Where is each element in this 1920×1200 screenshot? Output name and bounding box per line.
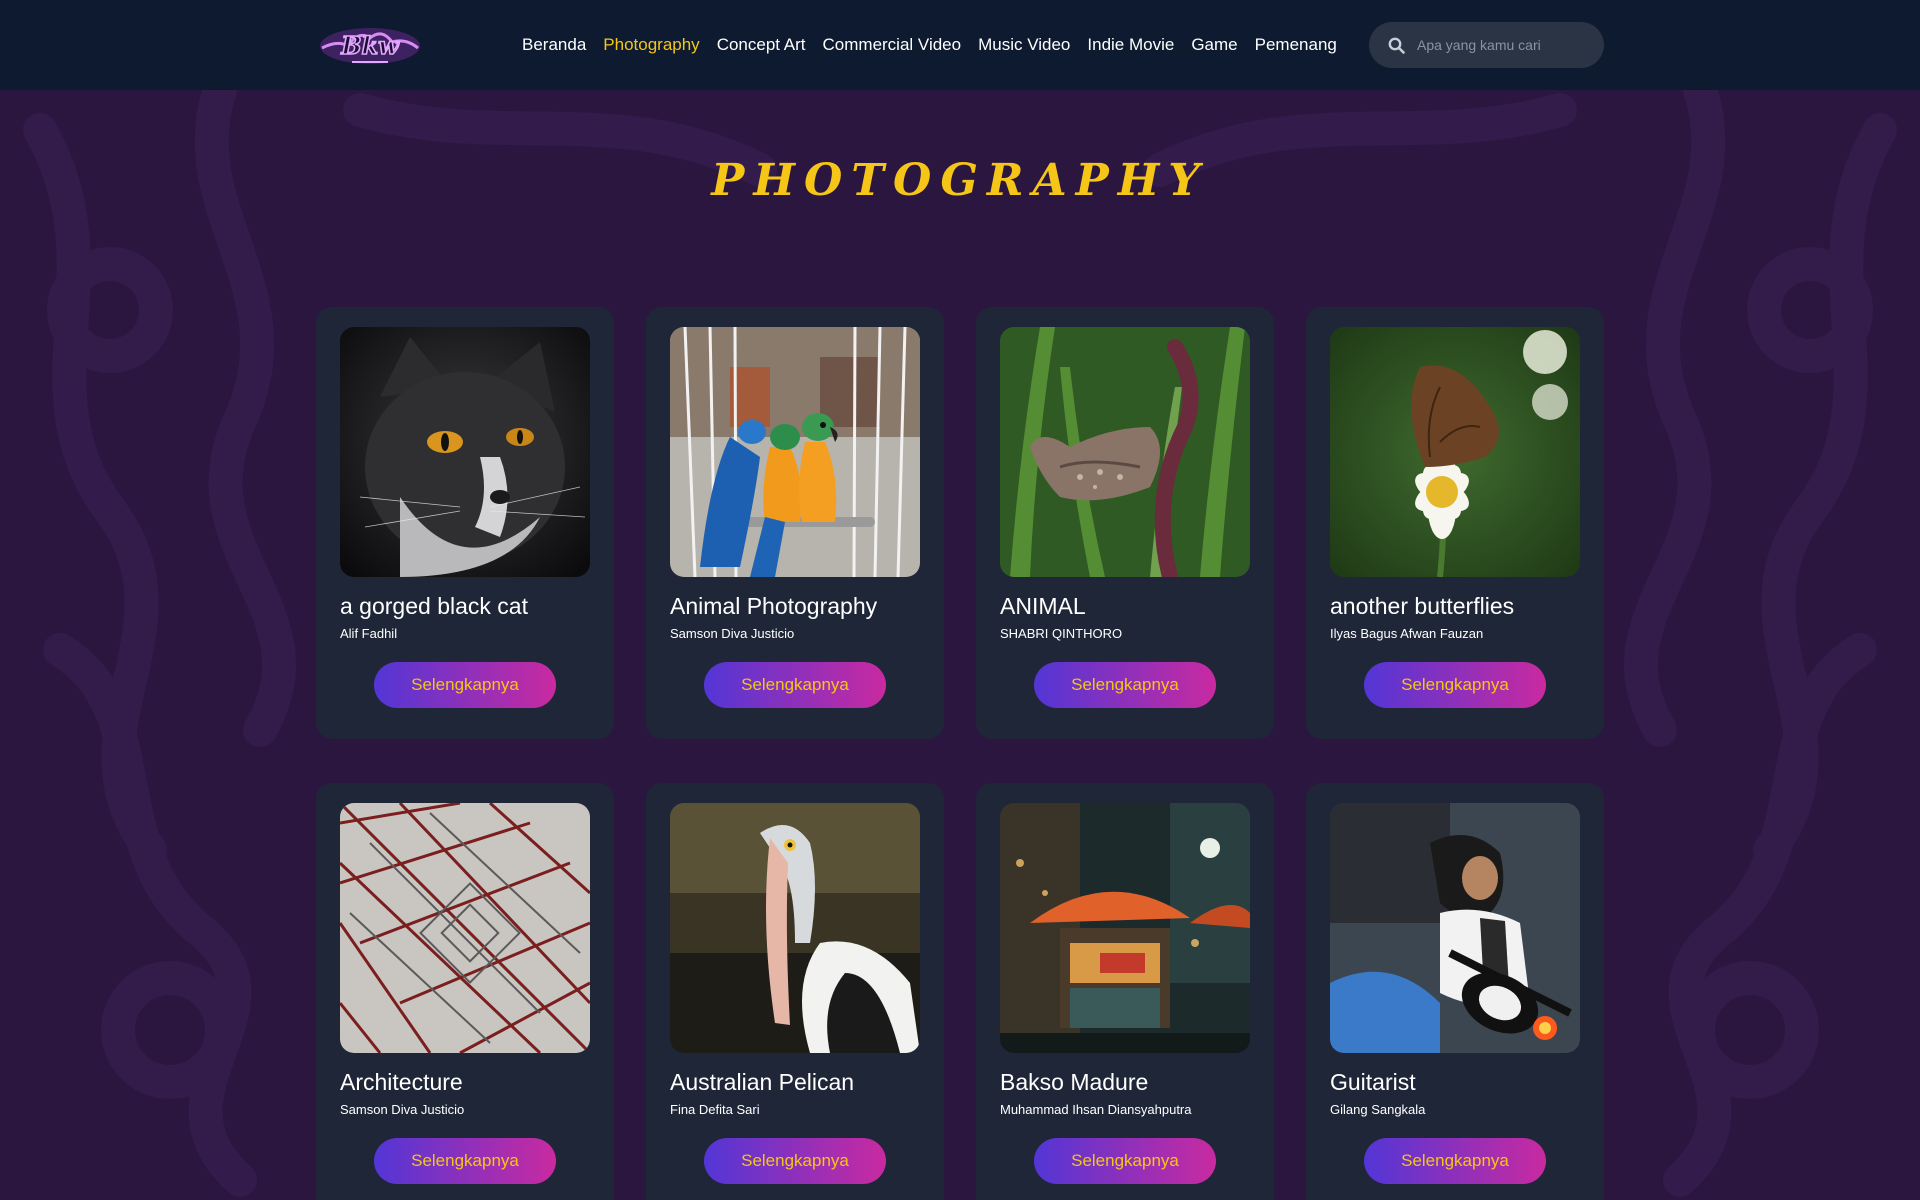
selengkapnya-button[interactable]: Selengkapnya (374, 662, 556, 708)
card-title: another butterflies (1330, 593, 1515, 619)
card-title: a gorged black cat (340, 593, 528, 619)
nav-item-photography[interactable]: Photography (603, 35, 699, 55)
nav-item-music-video[interactable]: Music Video (978, 35, 1070, 55)
selengkapnya-button[interactable]: Selengkapnya (704, 1138, 886, 1184)
search-box[interactable] (1369, 22, 1604, 68)
card-title: Architecture (340, 1069, 463, 1095)
card-author: Samson Diva Justicio (670, 626, 795, 641)
card-title: Guitarist (1330, 1069, 1416, 1095)
nav-item-indie-movie[interactable]: Indie Movie (1087, 35, 1174, 55)
tower-photo[interactable] (340, 803, 590, 1053)
card-title: Bakso Madure (1000, 1069, 1149, 1095)
main-nav: Beranda Photography Concept Art Commerci… (522, 0, 1354, 90)
page-title: PHOTOGRAPHY (711, 155, 1209, 206)
parrots-photo[interactable] (670, 327, 920, 577)
selengkapnya-button[interactable]: Selengkapnya (1034, 1138, 1216, 1184)
card-author: Alif Fadhil (340, 626, 398, 641)
guitarist-photo[interactable] (1330, 803, 1580, 1053)
card-author: Muhammad Ihsan Diansyahputra (1000, 1102, 1192, 1117)
card-author: SHABRI QINTHORO (1000, 626, 1123, 641)
card-author: Fina Defita Sari (670, 1102, 760, 1117)
photo-card: a gorged black cat Alif Fadhil Selengkap… (316, 307, 614, 739)
nav-item-game[interactable]: Game (1191, 35, 1237, 55)
nav-item-pemenang[interactable]: Pemenang (1255, 35, 1337, 55)
nav-item-beranda[interactable]: Beranda (522, 35, 586, 55)
photo-card: Animal Photography Samson Diva Justicio … (646, 307, 944, 739)
butterfly-on-flower-photo[interactable] (1330, 327, 1580, 577)
card-title: Australian Pelican (670, 1069, 855, 1095)
nav-item-concept-art[interactable]: Concept Art (717, 35, 806, 55)
butterfly-on-stem-photo[interactable] (1000, 327, 1250, 577)
card-author: Gilang Sangkala (1330, 1102, 1426, 1117)
svg-text:Bkw: Bkw (340, 31, 400, 60)
card-title: Animal Photography (670, 593, 878, 619)
photo-grid: a gorged black cat Alif Fadhil Selengkap… (316, 307, 1606, 1200)
cat-photo[interactable] (340, 327, 590, 577)
selengkapnya-button[interactable]: Selengkapnya (1364, 662, 1546, 708)
nav-item-commercial-video[interactable]: Commercial Video (823, 35, 962, 55)
photo-card: another butterflies Ilyas Bagus Afwan Fa… (1306, 307, 1604, 739)
card-author: Ilyas Bagus Afwan Fauzan (1330, 626, 1484, 641)
photo-card: Bakso Madure Muhammad Ihsan Diansyahputr… (976, 783, 1274, 1200)
street-food-photo[interactable] (1000, 803, 1250, 1053)
search-icon (1388, 37, 1405, 54)
card-author: Samson Diva Justicio (340, 1102, 465, 1117)
photo-card: Australian Pelican Fina Defita Sari Sele… (646, 783, 944, 1200)
selengkapnya-button[interactable]: Selengkapnya (1034, 662, 1216, 708)
photo-card: Architecture Samson Diva Justicio Seleng… (316, 783, 614, 1200)
selengkapnya-button[interactable]: Selengkapnya (374, 1138, 556, 1184)
pelican-photo[interactable] (670, 803, 920, 1053)
top-navbar: Bkw Beranda Photography Concept Art Comm… (0, 0, 1920, 90)
selengkapnya-button[interactable]: Selengkapnya (704, 662, 886, 708)
search-input[interactable] (1415, 36, 1589, 54)
photo-card: Guitarist Gilang Sangkala Selengkapnya (1306, 783, 1604, 1200)
site-logo[interactable]: Bkw (318, 18, 422, 70)
card-title: ANIMAL (1000, 593, 1086, 619)
selengkapnya-button[interactable]: Selengkapnya (1364, 1138, 1546, 1184)
photo-card: ANIMAL SHABRI QINTHORO Selengkapnya (976, 307, 1274, 739)
